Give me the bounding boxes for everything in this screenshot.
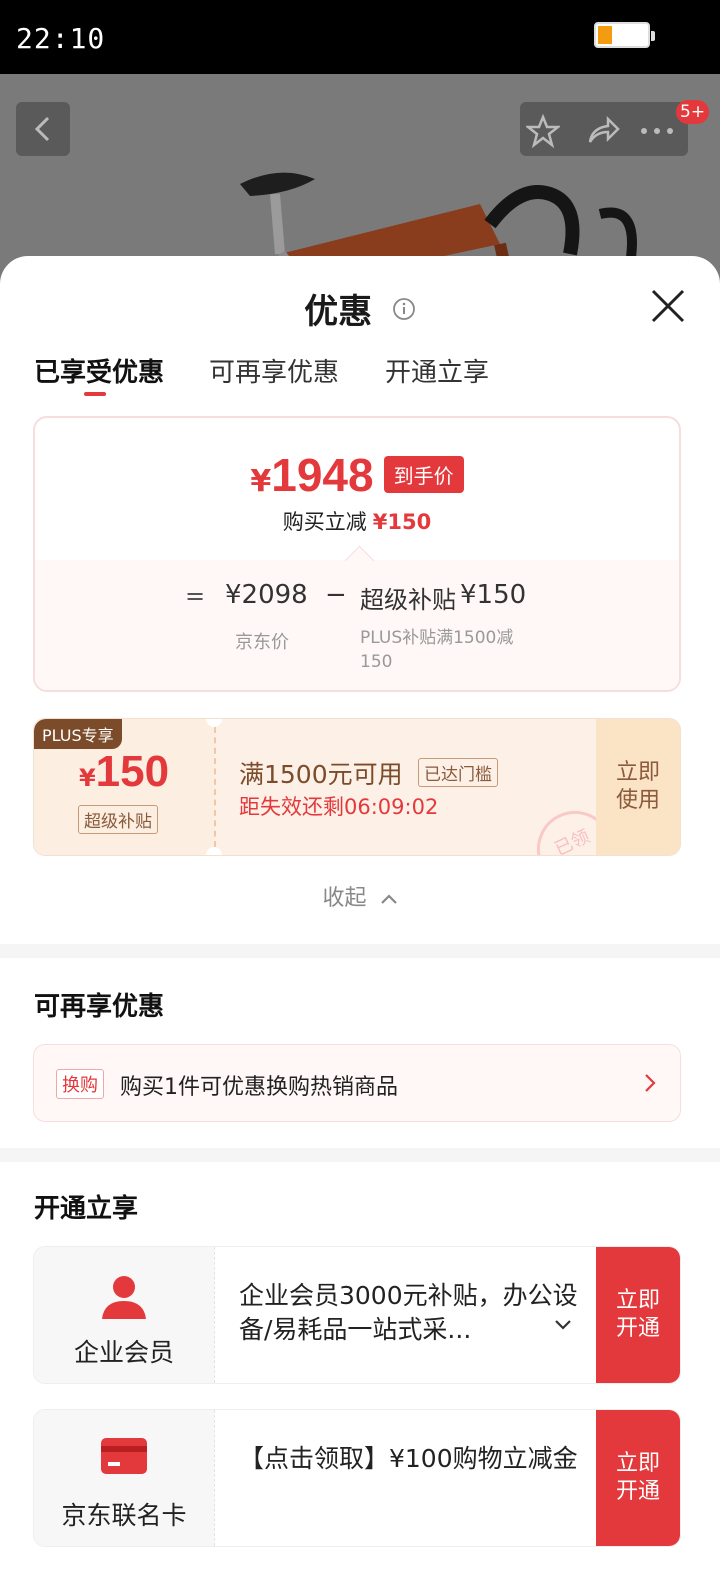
subsidy-name: 超级补贴 bbox=[360, 586, 456, 614]
coupon-type: 超级补贴 bbox=[78, 805, 158, 834]
threshold-reached-badge: 已达门槛 bbox=[418, 758, 498, 787]
plus-badge: PLUS专享 bbox=[34, 719, 122, 749]
sheet-title: 优惠 bbox=[304, 292, 373, 332]
use-now-button[interactable]: 立即使用 bbox=[596, 719, 680, 855]
original-price-label: 京东价 bbox=[235, 632, 289, 653]
coupon-amount: ¥150 bbox=[78, 747, 170, 796]
tab-indicator bbox=[84, 392, 106, 396]
original-price: ¥2098 bbox=[225, 580, 308, 610]
final-price: ¥1948 到手价 bbox=[35, 448, 679, 502]
info-icon[interactable] bbox=[392, 297, 416, 321]
more-discounts-title: 可再享优惠 bbox=[34, 992, 165, 1022]
chevron-left-icon bbox=[34, 116, 50, 142]
discount-sheet: 优惠 已享受优惠 可再享优惠 开通立享 ¥1948 到手价 购买立减 ¥150 = … bbox=[0, 256, 720, 1584]
open-section-title: 开通立享 bbox=[34, 1194, 139, 1224]
battery-icon bbox=[594, 22, 655, 48]
card-description: 【点击领取】¥100购物立减金 bbox=[239, 1444, 578, 1473]
share-icon[interactable] bbox=[586, 114, 620, 148]
tab-enjoyed[interactable]: 已享受优惠 bbox=[34, 352, 164, 389]
back-button[interactable] bbox=[16, 102, 70, 156]
subsidy-description: PLUS补贴满1500减150 bbox=[360, 628, 514, 672]
sheet-header: 优惠 bbox=[0, 284, 720, 333]
chevron-up-icon bbox=[380, 894, 397, 904]
message-badge: 5+ bbox=[676, 100, 710, 124]
member-description: 企业会员3000元补贴，办公设备/易耗品一站式采... bbox=[239, 1281, 578, 1344]
instant-discount-amount: ¥150 bbox=[372, 510, 432, 534]
tab-open[interactable]: 开通立享 bbox=[385, 352, 489, 389]
price-card: ¥1948 到手价 购买立减 ¥150 = ¥2098 − 超级补贴 ¥150 京东… bbox=[33, 416, 681, 692]
coupon-condition: 满1500元可用 bbox=[239, 760, 403, 789]
section-divider bbox=[0, 944, 720, 958]
status-bar: 22:10 bbox=[0, 0, 720, 74]
status-time: 22:10 bbox=[16, 22, 106, 55]
swap-offer-row[interactable]: 换购 购买1件可优惠换购热销商品 bbox=[33, 1044, 681, 1122]
plus-coupon: PLUS专享 ¥150 超级补贴 满1500元可用 已达门槛 距失效还剩06:0… bbox=[33, 718, 681, 856]
open-now-button[interactable]: 立即开通 bbox=[596, 1410, 680, 1546]
subsidy-amount: ¥150 bbox=[460, 580, 527, 610]
close-icon[interactable] bbox=[648, 286, 688, 326]
tab-more[interactable]: 可再享优惠 bbox=[209, 352, 339, 389]
section-divider bbox=[0, 1148, 720, 1162]
coupon-countdown: 距失效还剩06:09:02 bbox=[239, 795, 439, 819]
jd-cobrand-card: 京东联名卡 【点击领取】¥100购物立减金 立即开通 bbox=[33, 1409, 681, 1547]
collapse-button[interactable]: 收起 bbox=[0, 880, 720, 912]
more-icon[interactable] bbox=[638, 114, 676, 148]
chevron-down-icon[interactable] bbox=[554, 1319, 572, 1331]
price-breakdown: = ¥2098 − 超级补贴 ¥150 京东价 PLUS补贴满1500减150 bbox=[35, 560, 679, 690]
final-price-value: 1948 bbox=[271, 449, 374, 501]
swap-text: 购买1件可优惠换购热销商品 bbox=[120, 1075, 398, 1100]
user-icon bbox=[102, 1276, 146, 1319]
final-price-tag: 到手价 bbox=[383, 456, 464, 493]
chevron-right-icon bbox=[645, 1074, 656, 1092]
enterprise-member-card: 企业会员 企业会员3000元补贴，办公设备/易耗品一站式采... 立即开通 bbox=[33, 1246, 681, 1384]
instant-discount: 购买立减 ¥150 bbox=[282, 510, 432, 534]
header-actions bbox=[520, 102, 688, 156]
member-name: 企业会员 bbox=[73, 1338, 174, 1367]
star-icon[interactable] bbox=[526, 114, 560, 148]
swap-tag: 换购 bbox=[56, 1069, 104, 1099]
card-name: 京东联名卡 bbox=[61, 1501, 187, 1530]
open-now-button[interactable]: 立即开通 bbox=[596, 1247, 680, 1383]
credit-card-icon bbox=[101, 1438, 147, 1474]
